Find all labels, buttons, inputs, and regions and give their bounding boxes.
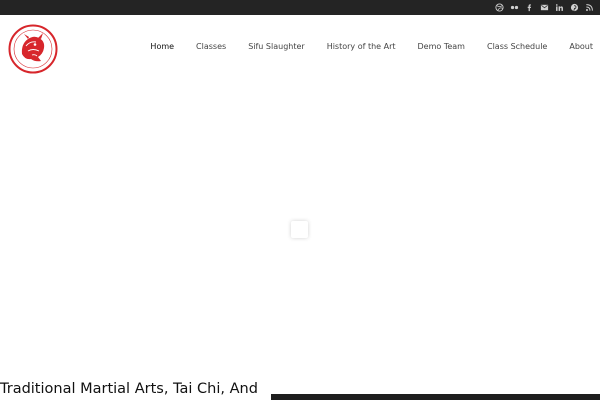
nav-classes[interactable]: Classes xyxy=(196,41,226,53)
flickr-icon[interactable] xyxy=(510,3,519,12)
facebook-icon[interactable] xyxy=(525,3,534,12)
social-links xyxy=(495,0,594,15)
nav-class-schedule[interactable]: Class Schedule xyxy=(487,41,547,53)
nav-history-of-the-art[interactable]: History of the Art xyxy=(327,41,396,53)
top-bar xyxy=(0,0,600,15)
linkedin-icon[interactable] xyxy=(555,3,564,12)
dark-content-bar xyxy=(271,394,600,400)
nav-home[interactable]: Home xyxy=(150,41,174,53)
nav-about[interactable]: About xyxy=(569,41,593,53)
nav-demo-team[interactable]: Demo Team xyxy=(418,41,465,53)
nav-sifu-slaughter[interactable]: Sifu Slaughter xyxy=(248,41,305,53)
site-header: Home Classes Sifu Slaughter History of t… xyxy=(0,15,600,80)
rss-icon[interactable] xyxy=(585,3,594,12)
loading-spinner xyxy=(291,221,308,238)
site-logo[interactable] xyxy=(8,24,58,74)
main-nav: Home Classes Sifu Slaughter History of t… xyxy=(150,41,593,53)
email-icon[interactable] xyxy=(540,3,549,12)
pinterest-icon[interactable] xyxy=(570,3,579,12)
dribbble-icon[interactable] xyxy=(495,3,504,12)
hero-title: Traditional Martial Arts, Tai Chi, And xyxy=(0,381,258,397)
